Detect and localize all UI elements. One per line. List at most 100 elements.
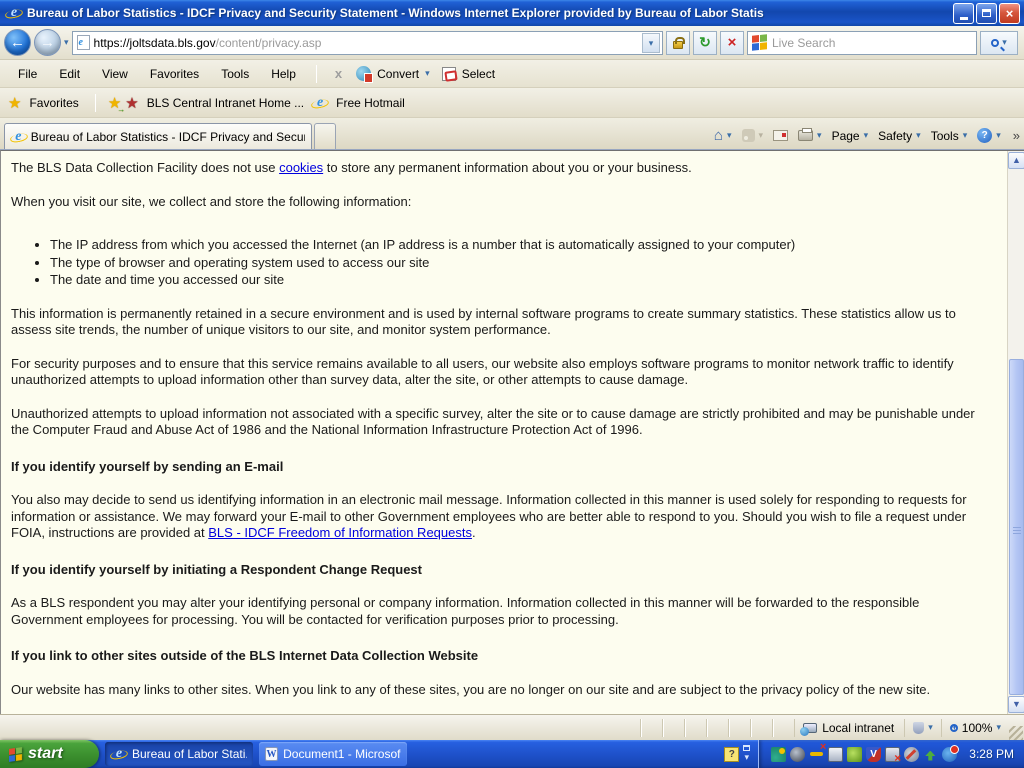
stop-button[interactable]: × [720,30,744,55]
mail-icon [773,130,789,141]
paragraph-security: For security purposes and to ensure that… [11,355,954,388]
ie-task-icon: e [111,746,127,762]
tools-menu-button[interactable]: Tools ▾ [931,129,968,143]
security-zone: Local intranet [794,718,904,737]
tab-favicon-icon: e [11,129,26,145]
new-tab-button[interactable] [314,123,336,149]
close-button[interactable]: × [999,2,1020,24]
url-dropdown-button[interactable]: ▾ [642,32,660,53]
audio-muted-icon[interactable] [904,746,920,762]
search-dropdown-icon: ▾ [1002,37,1007,47]
status-segment [728,718,750,737]
status-segment [662,718,684,737]
back-button[interactable]: ← [4,29,31,56]
minimize-icon [959,16,968,20]
menu-bar: File Edit View Favorites Tools Help x Co… [0,60,1024,88]
page-menu-button[interactable]: Page ▾ [832,129,869,143]
taskbar-button-ie[interactable]: e Bureau of Labor Stati... [105,742,253,766]
menu-tools[interactable]: Tools [211,64,259,84]
shield-icon [913,721,925,734]
paragraph-change-request: As a BLS respondent you may alter your i… [11,595,920,627]
cookies-link[interactable]: cookies [279,160,323,175]
home-button[interactable]: ⌂ ▾ [714,127,732,144]
convert-button[interactable]: Convert [377,67,423,81]
minimize-button[interactable] [953,2,974,24]
wireless-status-icon[interactable] [771,746,787,762]
live-search-icon [752,34,767,51]
convert-pdf-icon [356,66,374,83]
restore-button[interactable] [976,2,997,24]
url-text[interactable]: https://joltsdata.bls.gov/content/privac… [94,36,638,50]
paragraph-collect-intro: When you visit our site, we collect and … [11,193,412,209]
toolbar-overflow-button[interactable]: » [1013,128,1020,143]
favorite-link-hotmail[interactable]: Free Hotmail [332,96,409,110]
menu-help[interactable]: Help [261,64,306,84]
menu-favorites[interactable]: Favorites [140,64,209,84]
active-tab[interactable]: e Bureau of Labor Statistics - IDCF Priv… [4,123,312,149]
resize-grip[interactable] [1009,726,1023,740]
help-button[interactable]: ? ▾ [977,128,1001,143]
security-pass-icon[interactable] [790,746,806,762]
system-tray: 3:28 PM [758,740,1024,768]
scrollbar-thumb[interactable] [1009,359,1024,695]
zoom-control[interactable]: 100% ▾ [940,718,1009,737]
select-button[interactable]: Select [462,67,499,81]
scroll-up-button[interactable]: ▲ [1008,152,1024,169]
print-button[interactable]: ▾ [798,128,822,141]
addon-close-button[interactable]: x [327,66,350,81]
taskbar-clock: 3:28 PM [969,747,1014,761]
help-tray-icon[interactable]: ? [724,746,740,762]
protected-mode-control[interactable]: ▾ [904,718,941,737]
help-dropdown-icon: ▾ [996,130,1001,140]
foia-link[interactable]: BLS - IDCF Freedom of Information Reques… [208,525,472,540]
software-update-icon[interactable] [923,747,938,762]
ssl-lock-button[interactable] [666,30,690,55]
search-box [747,30,977,55]
menu-view[interactable]: View [92,64,138,84]
protected-mode-dropdown-icon: ▾ [928,722,933,732]
safety-menu-button[interactable]: Safety ▾ [878,129,921,143]
heading-email: If you identify yourself by sending an E… [11,458,284,474]
home-dropdown-icon: ▾ [726,130,732,140]
search-input[interactable] [772,35,972,50]
convert-dropdown-icon[interactable]: ▾ [425,68,430,79]
scroll-down-button[interactable]: ▼ [1008,696,1024,713]
network-error-icon[interactable] [885,746,901,765]
menu-edit[interactable]: Edit [49,64,90,84]
taskbar: start e Bureau of Labor Stati... W Docum… [0,740,1024,768]
restore-mini-icon [743,745,751,751]
taskbar-button-word[interactable]: W Document1 - Microsof... [259,742,407,766]
zoom-dropdown-icon: ▾ [996,722,1001,732]
toolbar-dropdown-icon: ▾ [744,752,750,762]
zoom-icon [949,722,958,732]
feeds-button[interactable]: ▾ [741,129,764,142]
nvidia-settings-icon[interactable] [847,746,863,762]
para6-text-post: . [471,525,476,540]
tab-bar: e Bureau of Labor Statistics - IDCF Priv… [0,118,1024,150]
toolbar-options[interactable]: ▾ [743,745,751,763]
feeds-dropdown-icon: ▾ [758,130,764,140]
para6-text: You also may decide to send us identifyi… [11,492,967,540]
refresh-button[interactable]: ↻ [693,30,717,55]
add-favorite-icon[interactable]: ★ [108,94,126,114]
home-icon: ⌂ [713,127,723,144]
antivirus-shield-icon[interactable] [866,746,882,762]
read-mail-button[interactable] [773,130,789,141]
forward-arrow-icon: → [40,34,55,51]
favorite-link-bls[interactable]: BLS Central Intranet Home ... [143,96,308,110]
key-error-icon[interactable] [809,741,826,762]
menu-file[interactable]: File [8,64,47,84]
search-go-button[interactable]: ▾ [980,30,1018,55]
display-settings-icon[interactable] [828,746,844,762]
favorites-button[interactable]: Favorites [25,96,82,110]
history-dropdown[interactable]: ▾ [64,37,69,48]
forward-button[interactable]: → [34,29,61,56]
paragraph-retention: This information is permanently retained… [11,305,956,338]
list-item: The type of browser and operating system… [50,255,993,272]
start-button[interactable]: start [0,740,99,768]
tools-dropdown-icon: ▾ [962,130,968,140]
address-field[interactable]: https://joltsdata.bls.gov/content/privac… [71,30,663,55]
vertical-scrollbar[interactable]: ▲ ▼ [1007,151,1024,714]
messenger-alert-icon[interactable] [942,744,960,762]
paragraph-unauthorized: Unauthorized attempts to upload informat… [11,405,975,438]
